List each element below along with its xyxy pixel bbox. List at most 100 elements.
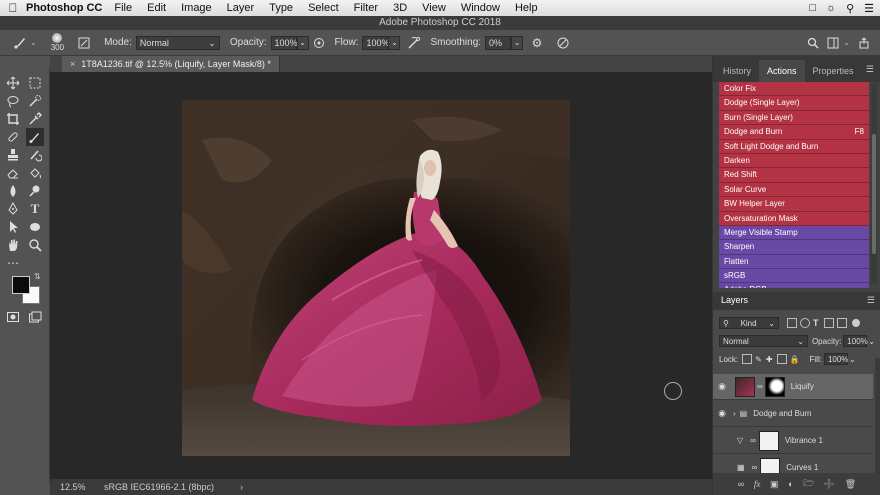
new-layer-icon[interactable]: ➕ (824, 479, 835, 490)
menu-type[interactable]: Type (269, 2, 293, 14)
document-image[interactable] (182, 100, 570, 456)
fill-field[interactable]: 100% (823, 353, 848, 365)
wifi-icon[interactable]: ☼ (826, 2, 836, 14)
menu-select[interactable]: Select (308, 2, 339, 14)
smart-object-filter-icon[interactable] (836, 318, 847, 328)
quick-select-icon[interactable] (26, 92, 44, 110)
brush-tool-icon[interactable] (10, 33, 30, 53)
link-icon[interactable]: ∞ (757, 382, 763, 391)
smoothing-field[interactable]: 0% (485, 35, 512, 50)
clone-stamp-icon[interactable] (4, 146, 22, 164)
lock-all-icon[interactable]: 🔒 (790, 355, 800, 364)
action-item[interactable]: Oversaturation Mask (719, 211, 869, 226)
action-item[interactable]: Dodge and Burn F8 (719, 125, 869, 140)
tab-properties[interactable]: Properties (805, 60, 862, 82)
healing-brush-icon[interactable] (4, 128, 22, 146)
paint-bucket-icon[interactable] (26, 164, 44, 182)
dodge-tool-icon[interactable] (26, 182, 44, 200)
layer-style-icon[interactable]: fx (754, 479, 761, 489)
brush-preset-picker[interactable]: 300 (51, 33, 64, 52)
smoothing-dropdown[interactable]: ⌄ (511, 35, 524, 50)
action-item[interactable]: Red Shift (719, 168, 869, 183)
link-icon[interactable]: ∞ (752, 463, 758, 472)
flow-field[interactable]: 100% (362, 35, 389, 50)
menu-file[interactable]: File (114, 2, 132, 14)
path-select-icon[interactable] (4, 218, 22, 236)
layer-mask-thumbnail[interactable] (764, 376, 785, 397)
trash-icon[interactable]: 🗑 (845, 479, 856, 490)
status-menu-arrow[interactable]: › (240, 482, 243, 492)
type-tool-icon[interactable]: T (26, 200, 44, 218)
action-item[interactable]: Sharpen (719, 240, 869, 255)
search-icon[interactable] (803, 33, 823, 53)
filter-kind-select[interactable]: ⚲ Kind ⌄ (719, 317, 779, 329)
blend-mode-select[interactable]: Normal ⌄ (719, 335, 808, 347)
pixel-filter-icon[interactable] (787, 318, 797, 328)
tab-history[interactable]: History (715, 60, 759, 82)
shape-filter-icon[interactable] (823, 318, 834, 328)
opacity-field[interactable]: 100% (270, 35, 298, 50)
canvas-area[interactable] (50, 72, 712, 479)
action-item[interactable]: Dodge (Single Layer) (719, 96, 869, 111)
crop-tool-icon[interactable] (4, 110, 22, 128)
menu-help[interactable]: Help (515, 2, 538, 14)
menu-filter[interactable]: Filter (354, 2, 378, 14)
menu-view[interactable]: View (422, 2, 446, 14)
search-icon[interactable]: ⚲ (846, 2, 854, 15)
eye-icon[interactable]: ◉ (713, 408, 731, 419)
action-item[interactable]: Solar Curve (719, 182, 869, 198)
more-tools-icon[interactable]: ⋯ (4, 254, 22, 272)
layer-mask-thumbnail[interactable] (758, 430, 779, 451)
workspace-icon[interactable] (823, 33, 843, 53)
lock-transparent-icon[interactable] (742, 354, 753, 364)
menu-layer[interactable]: Layer (227, 2, 255, 14)
menu-edit[interactable]: Edit (147, 2, 166, 14)
action-item[interactable]: sRGB (719, 269, 869, 284)
type-filter-icon[interactable]: T (813, 318, 819, 328)
adjustment-layer-icon[interactable]: ◐ (788, 479, 793, 489)
lock-pixels-icon[interactable]: ✎ (755, 355, 762, 364)
flow-dropdown[interactable]: ⌄ (388, 35, 401, 50)
action-item[interactable]: Flatten (719, 254, 869, 270)
new-group-icon[interactable]: 🗁 (803, 476, 814, 492)
actions-scrollbar[interactable] (871, 84, 877, 284)
chevron-down-icon[interactable]: ⌄ (843, 38, 850, 47)
marquee-tool-icon[interactable] (26, 74, 44, 92)
menu-image[interactable]: Image (181, 2, 212, 14)
panel-menu-icon[interactable]: ☰ (867, 295, 875, 306)
eyedropper-icon[interactable] (26, 110, 44, 128)
layer-row[interactable]: ◉ ∞ Liquify (713, 374, 873, 400)
scroll-thumb[interactable] (872, 134, 876, 254)
link-layers-icon[interactable]: ∞ (738, 479, 744, 489)
tab-actions[interactable]: Actions (759, 60, 805, 82)
layer-row[interactable]: ◉ › ▤ Dodge and Burn (713, 401, 873, 427)
pressure-opacity-icon[interactable] (309, 33, 329, 53)
action-item[interactable]: BW Helper Layer (719, 197, 869, 212)
layers-panel-title[interactable]: Layers (721, 295, 748, 305)
pen-tool-icon[interactable] (4, 200, 22, 218)
lock-position-icon[interactable]: ✚ (766, 355, 773, 364)
layer-row[interactable]: ▽ ∞ Vibrance 1 (713, 428, 873, 454)
pressure-size-icon[interactable] (553, 33, 573, 53)
adjustment-filter-icon[interactable] (800, 318, 810, 328)
status-icon[interactable]: □ (809, 2, 816, 14)
hand-tool-icon[interactable] (4, 236, 22, 254)
filter-toggle-icon[interactable] (851, 319, 860, 327)
menu-3d[interactable]: 3D (393, 2, 407, 14)
action-item[interactable]: Darken (719, 153, 869, 169)
menu-list-icon[interactable]: ☰ (864, 2, 874, 15)
action-item[interactable]: Merge Visible Stamp (719, 225, 869, 241)
layer-opacity-field[interactable]: 100% (843, 335, 868, 347)
chevron-down-icon[interactable]: ⌄ (868, 337, 875, 346)
layers-scrollbar[interactable] (875, 358, 880, 473)
zoom-level[interactable]: 12.5% (50, 482, 94, 492)
ellipse-tool-icon[interactable] (26, 218, 44, 236)
lock-artboard-icon[interactable] (776, 354, 787, 364)
eraser-icon[interactable] (4, 164, 22, 182)
menu-window[interactable]: Window (461, 2, 500, 14)
brush-settings-icon[interactable] (74, 33, 94, 53)
blur-tool-icon[interactable] (4, 182, 22, 200)
history-brush-icon[interactable] (26, 146, 44, 164)
quick-mask-icon[interactable] (4, 308, 22, 326)
action-item[interactable]: Adobe RGB (719, 283, 869, 288)
